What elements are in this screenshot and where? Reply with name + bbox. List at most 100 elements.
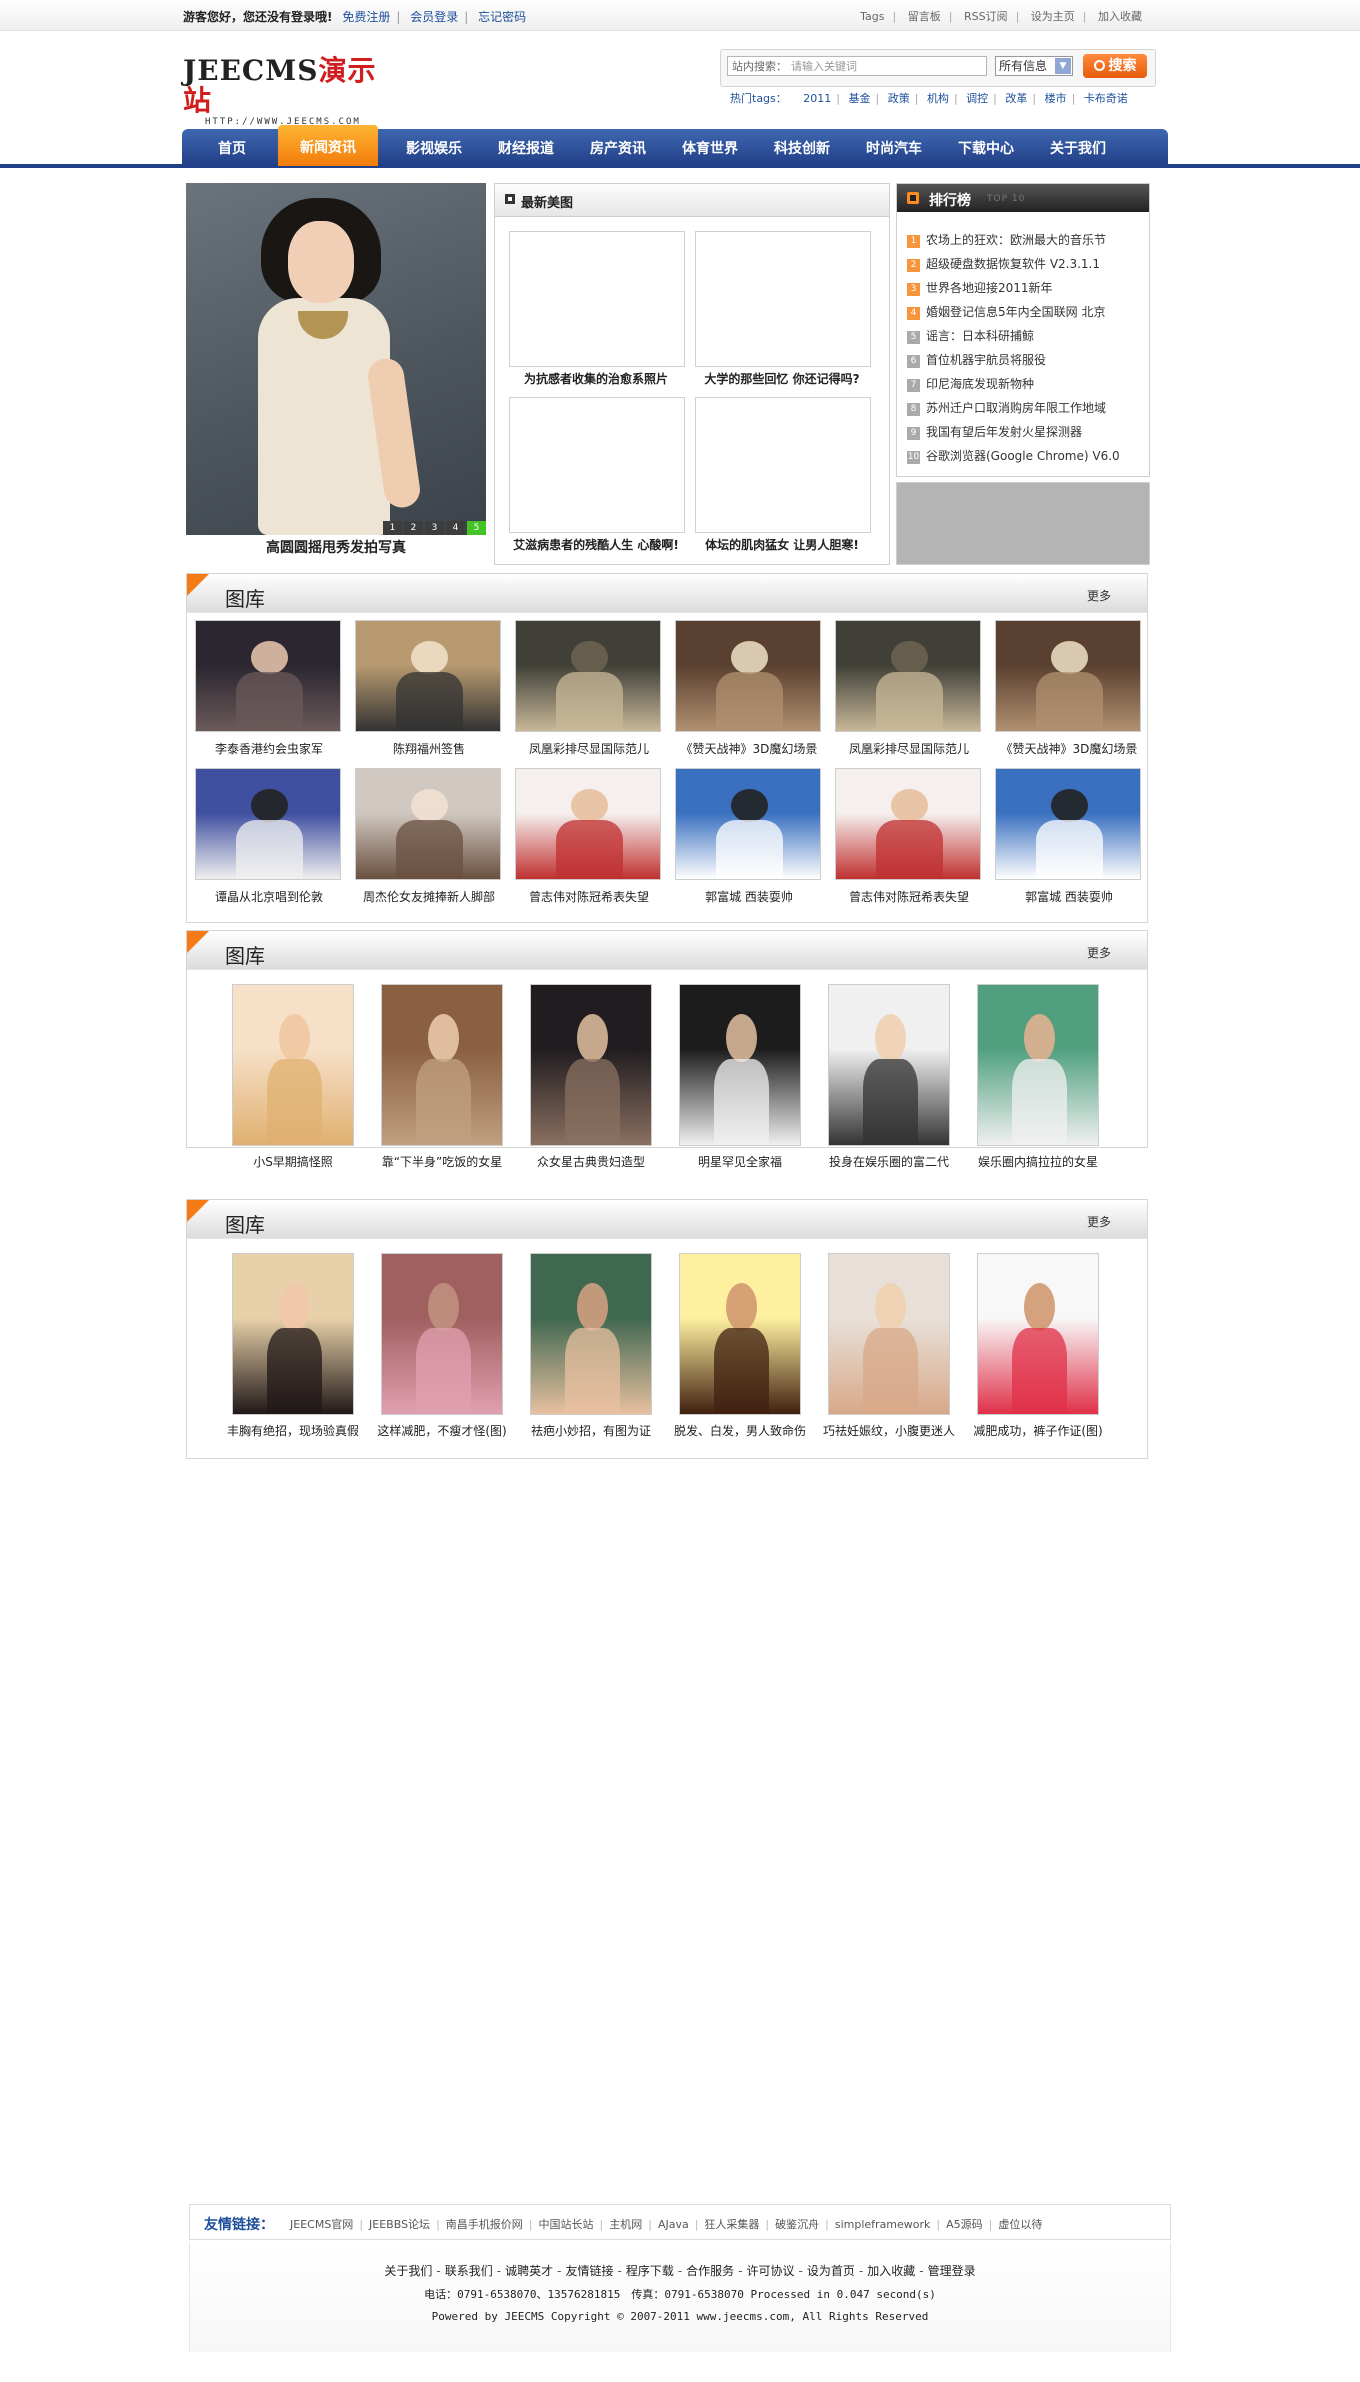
- nav-about[interactable]: 关于我们: [1036, 129, 1120, 166]
- picture-placeholder[interactable]: [509, 397, 685, 533]
- footer-nav-link[interactable]: 合作服务: [686, 2264, 734, 2278]
- more-link[interactable]: 更多: [1087, 587, 1111, 604]
- hot-tag[interactable]: 2011: [803, 92, 831, 105]
- picture-placeholder[interactable]: [695, 397, 871, 533]
- footer-nav-link[interactable]: 设为首页: [807, 2264, 855, 2278]
- rss-link[interactable]: RSS订阅: [964, 10, 1008, 23]
- picture-caption[interactable]: 大学的那些回忆 你还记得吗?: [687, 370, 877, 387]
- hot-tag[interactable]: 改革: [1005, 92, 1027, 105]
- picture-caption[interactable]: 为抗感者收集的治愈系照片: [501, 370, 691, 387]
- focus-page-button-active[interactable]: 5: [467, 521, 486, 535]
- picture-caption[interactable]: 体坛的肌肉猛女 让男人胆寒!: [687, 536, 877, 553]
- add-favorite-link[interactable]: 加入收藏: [1098, 10, 1142, 23]
- footer-nav-link[interactable]: 加入收藏: [867, 2264, 915, 2278]
- set-homepage-link[interactable]: 设为主页: [1031, 10, 1075, 23]
- gallery-item-caption[interactable]: 李泰香港约会虫家军: [189, 740, 349, 757]
- picture-placeholder[interactable]: [509, 231, 685, 367]
- ranking-item[interactable]: 2 超级硬盘数据恢复软件 V2.3.1.1: [907, 252, 1120, 276]
- nav-realestate[interactable]: 房产资讯: [576, 129, 660, 166]
- gallery-thumbnail[interactable]: [530, 1253, 652, 1415]
- nav-finance[interactable]: 财经报道: [484, 129, 568, 166]
- gallery-thumbnail[interactable]: [515, 768, 661, 880]
- ranking-item[interactable]: 4 婚姻登记信息5年内全国联网 北京: [907, 300, 1120, 324]
- login-link[interactable]: 会员登录: [410, 10, 458, 24]
- footer-nav-link[interactable]: 诚聘英才: [505, 2264, 553, 2278]
- nav-news[interactable]: 新闻资讯: [278, 125, 378, 166]
- ranking-item[interactable]: 7 印尼海底发现新物种: [907, 372, 1120, 396]
- gallery-item-caption[interactable]: 谭晶从北京唱到伦敦: [189, 888, 349, 905]
- more-link[interactable]: 更多: [1087, 944, 1111, 961]
- gallery-item-caption[interactable]: 祛疤小妙招，有图为证: [512, 1422, 670, 1439]
- gallery-thumbnail[interactable]: [232, 984, 354, 1146]
- gallery-item-caption[interactable]: 曾志伟对陈冠希表失望: [509, 888, 669, 905]
- gallery-item-caption[interactable]: 凤凰彩排尽显国际范儿: [509, 740, 669, 757]
- gallery-item-caption[interactable]: 靠“下半身”吃饭的女星: [363, 1153, 521, 1170]
- gallery-thumbnail[interactable]: [355, 620, 501, 732]
- nav-entertainment[interactable]: 影视娱乐: [392, 129, 476, 166]
- ranking-item[interactable]: 6 首位机器宇航员将服役: [907, 348, 1120, 372]
- gallery-item-caption[interactable]: 投身在娱乐圈的富二代: [810, 1153, 968, 1170]
- friend-link[interactable]: 中国站长站: [539, 2218, 594, 2231]
- nav-tech[interactable]: 科技创新: [760, 129, 844, 166]
- gallery-thumbnail[interactable]: [530, 984, 652, 1146]
- gallery-item-caption[interactable]: 郭富城 西装耍帅: [669, 888, 829, 905]
- ranking-item[interactable]: 3 世界各地迎接2011新年: [907, 276, 1120, 300]
- gallery-item-caption[interactable]: 明星罕见全家福: [661, 1153, 819, 1170]
- gallery-item-caption[interactable]: 小S早期搞怪照: [214, 1153, 372, 1170]
- footer-nav-link[interactable]: 关于我们: [384, 2264, 432, 2278]
- gallery-item-caption[interactable]: 脱发、白发，男人致命伤: [661, 1422, 819, 1439]
- gallery-item-caption[interactable]: 凤凰彩排尽显国际范儿: [829, 740, 989, 757]
- hot-tag[interactable]: 调控: [966, 92, 988, 105]
- gallery-item-caption[interactable]: 陈翔福州签售: [349, 740, 509, 757]
- site-logo[interactable]: JEECMS演示站 HTTP://WWW.JEECMS.COM: [183, 56, 383, 128]
- hot-tag[interactable]: 机构: [927, 92, 949, 105]
- focus-page-button[interactable]: 1: [383, 521, 402, 535]
- focus-page-button[interactable]: 4: [446, 521, 465, 535]
- focus-page-button[interactable]: 2: [404, 521, 423, 535]
- friend-link[interactable]: AJava: [658, 2218, 689, 2231]
- friend-link[interactable]: 虚位以待: [998, 2218, 1042, 2231]
- hot-tag[interactable]: 楼市: [1045, 92, 1067, 105]
- gallery-thumbnail[interactable]: [381, 984, 503, 1146]
- focus-image[interactable]: 1 2 3 4 5: [186, 183, 486, 535]
- gallery-thumbnail[interactable]: [515, 620, 661, 732]
- gallery-thumbnail[interactable]: [828, 1253, 950, 1415]
- nav-downloads[interactable]: 下载中心: [944, 129, 1028, 166]
- search-button[interactable]: 搜索: [1083, 54, 1147, 78]
- gallery-thumbnail[interactable]: [679, 1253, 801, 1415]
- ranking-item[interactable]: 8 苏州迁户口取消购房年限工作地域: [907, 396, 1120, 420]
- register-link[interactable]: 免费注册: [342, 10, 390, 24]
- footer-nav-link[interactable]: 友情链接: [565, 2264, 613, 2278]
- friend-link[interactable]: JEEBBS论坛: [369, 2218, 430, 2231]
- nav-home[interactable]: 首页: [196, 129, 268, 166]
- gallery-thumbnail[interactable]: [195, 620, 341, 732]
- gallery-item-caption[interactable]: 减肥成功，裤子作证(图): [959, 1422, 1117, 1439]
- search-scope-select[interactable]: 所有信息 ▼: [995, 56, 1073, 76]
- friend-link[interactable]: 南昌手机报价网: [446, 2218, 523, 2231]
- gallery-item-caption[interactable]: 周杰伦女友摊捧新人脚部: [349, 888, 509, 905]
- gallery-thumbnail[interactable]: [977, 1253, 1099, 1415]
- hot-tag[interactable]: 卡布奇诺: [1084, 92, 1128, 105]
- ranking-item[interactable]: 10 谷歌浏览器(Google Chrome) V6.0: [907, 444, 1120, 468]
- picture-caption[interactable]: 艾滋病患者的残酷人生 心酸啊!: [501, 536, 691, 553]
- picture-placeholder[interactable]: [695, 231, 871, 367]
- gallery-item-caption[interactable]: 娱乐圈内搞拉拉的女星: [959, 1153, 1117, 1170]
- gallery-thumbnail[interactable]: [835, 768, 981, 880]
- gallery-item-caption[interactable]: 《赞天战神》3D魔幻场景: [669, 740, 829, 757]
- footer-nav-link[interactable]: 管理登录: [928, 2264, 976, 2278]
- friend-link[interactable]: A5源码: [946, 2218, 983, 2231]
- gallery-thumbnail[interactable]: [675, 768, 821, 880]
- focus-page-button[interactable]: 3: [425, 521, 444, 535]
- forgot-password-link[interactable]: 忘记密码: [478, 10, 526, 24]
- gallery-thumbnail[interactable]: [675, 620, 821, 732]
- gallery-item-caption[interactable]: 曾志伟对陈冠希表失望: [829, 888, 989, 905]
- gallery-item-caption[interactable]: 巧祛妊娠纹，小腹更迷人: [810, 1422, 968, 1439]
- gallery-thumbnail[interactable]: [355, 768, 501, 880]
- focus-caption[interactable]: 高圆圆摇甩秀发拍写真: [186, 537, 486, 557]
- ranking-item[interactable]: 9 我国有望后年发射火星探测器: [907, 420, 1120, 444]
- friend-link[interactable]: 主机网: [609, 2218, 642, 2231]
- guestbook-link[interactable]: 留言板: [908, 10, 941, 23]
- gallery-thumbnail[interactable]: [995, 620, 1141, 732]
- ranking-item[interactable]: 5 谣言：日本科研捕鲸: [907, 324, 1120, 348]
- hot-tag[interactable]: 政策: [888, 92, 910, 105]
